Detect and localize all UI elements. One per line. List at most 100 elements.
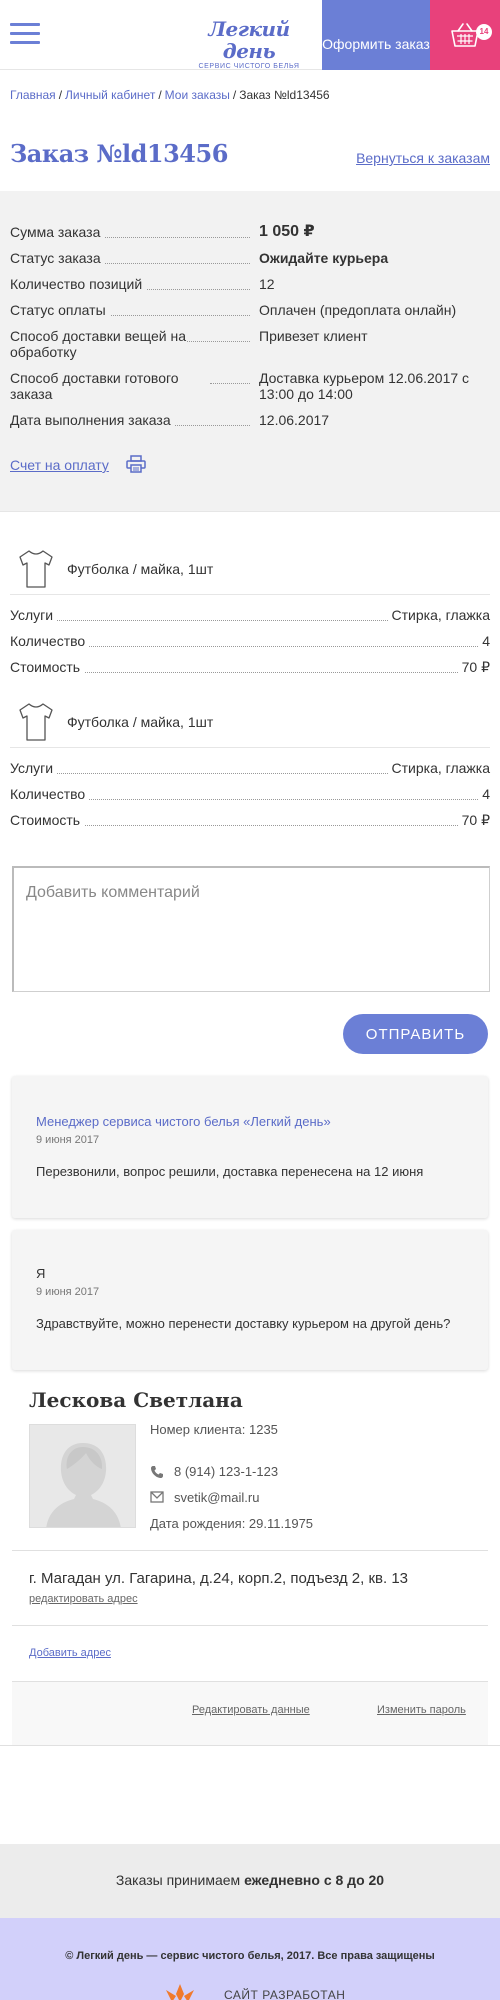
message-author[interactable]: Менеджер сервиса чистого белья «Легкий д… xyxy=(36,1114,331,1129)
item-row: Услуги Стирка, глажка xyxy=(10,760,490,778)
phone-icon xyxy=(151,1466,163,1478)
item-row-label: Услуги xyxy=(10,760,58,776)
summary-label: Статус оплаты xyxy=(10,302,250,318)
tshirt-icon xyxy=(19,550,53,588)
summary-value: Ожидайте курьера xyxy=(259,250,389,266)
item-row-label: Услуги xyxy=(10,607,58,623)
breadcrumb-orders[interactable]: Мои заказы xyxy=(165,88,230,102)
item-row: Количество 4 xyxy=(10,786,490,804)
item-row: Стоимость 70 ₽ xyxy=(10,659,490,677)
item-row-label: Стоимость xyxy=(10,659,85,675)
breadcrumb-separator: / xyxy=(232,88,237,102)
logo-tagline: сервис чистого белья xyxy=(198,63,300,70)
summary-row: Дата выполнения заказа 12.06.2017 xyxy=(10,412,490,430)
summary-label: Способ доставки вещей на обработку xyxy=(10,328,187,360)
item-header: Футболка / майка, 1шт xyxy=(10,694,490,748)
breadcrumb-current: Заказ №ld13456 xyxy=(239,88,330,102)
summary-label: Дата выполнения заказа xyxy=(10,412,250,428)
working-hours-band: Заказы принимаем ежедневно с 8 до 20 xyxy=(0,1844,500,1918)
add-address-link[interactable]: Добавить адрес xyxy=(29,1647,111,1659)
item-header: Футболка / майка, 1шт xyxy=(10,541,490,595)
summary-label: Способ доставки готового заказа xyxy=(10,370,179,402)
breadcrumb: Главная / Личный кабинет / Мои заказы / Заказ … xyxy=(10,88,330,102)
item-row-value: Стирка, глажка xyxy=(387,607,490,623)
user-silhouette-icon xyxy=(46,1443,121,1527)
item-row-label: Количество xyxy=(10,633,90,649)
logo[interactable]: Легкий день сервис чистого белья xyxy=(186,18,312,70)
summary-value: Доставка курьером 12.06.2017 с 13:00 до … xyxy=(259,370,470,402)
divider xyxy=(12,1625,488,1626)
item-row-label: Количество xyxy=(10,786,90,802)
envelope-icon xyxy=(150,1491,164,1503)
profile-name: Лескова Светлана xyxy=(29,1388,243,1412)
message-author: Я xyxy=(36,1266,46,1281)
logo-name: Легкий день xyxy=(208,17,290,63)
message-text: Перезвонили, вопрос решили, доставка пер… xyxy=(36,1164,424,1179)
summary-row: Сумма заказа 1 050 ₽ xyxy=(10,224,490,242)
message-date: 9 июня 2017 xyxy=(36,1286,100,1298)
summary-label: Статус заказа xyxy=(10,250,250,266)
divider xyxy=(0,511,500,512)
cart-count-badge: 14 xyxy=(476,24,492,40)
comment-input[interactable] xyxy=(12,866,490,992)
message-date: 9 июня 2017 xyxy=(36,1134,100,1146)
summary-value: 12.06.2017 xyxy=(259,412,330,428)
cart-button[interactable]: 14 xyxy=(430,0,500,70)
summary-row: Количество позиций 12 xyxy=(10,276,490,294)
message-card: Менеджер сервиса чистого белья «Легкий д… xyxy=(12,1076,488,1218)
item-row-value: Стирка, глажка xyxy=(387,760,490,776)
item-row-value: 4 xyxy=(478,633,490,649)
summary-value: Оплачен (предоплата онлайн) xyxy=(259,302,457,318)
summary-value: 1 050 ₽ xyxy=(259,223,315,240)
tshirt-icon xyxy=(19,703,53,741)
order-summary: Сумма заказа 1 050 ₽ Статус заказа Ожида… xyxy=(0,191,500,511)
developer-credit[interactable]: САЙТ РАЗРАБОТАН xyxy=(224,1988,345,2000)
item-name: Футболка / майка, 1шт xyxy=(67,714,214,730)
edit-address-link[interactable]: редактировать адрес xyxy=(29,1593,138,1605)
working-hours: Заказы принимаем ежедневно с 8 до 20 xyxy=(115,1872,385,1888)
invoice-link[interactable]: Счет на оплату xyxy=(10,457,109,473)
summary-row: Способ доставки вещей на обработку Приве… xyxy=(10,328,490,362)
summary-row: Способ доставки готового заказа Доставка… xyxy=(10,370,490,404)
item-row: Услуги Стирка, глажка xyxy=(10,607,490,625)
order-button[interactable]: Оформить заказ xyxy=(322,0,430,70)
summary-label: Количество позиций xyxy=(10,276,250,292)
item-name: Футболка / майка, 1шт xyxy=(67,561,214,577)
breadcrumb-account[interactable]: Личный кабинет xyxy=(65,88,155,102)
page-title: Заказ №ld13456 xyxy=(10,139,228,168)
profile-birthdate: Дата рождения: 29.11.1975 xyxy=(150,1516,314,1531)
message-card: Я 9 июня 2017 Здравствуйте, можно перене… xyxy=(12,1230,488,1370)
item-row: Количество 4 xyxy=(10,633,490,651)
profile-address: г. Магадан ул. Гагарина, д.24, корп.2, п… xyxy=(29,1570,409,1587)
dotted-leader xyxy=(210,383,250,384)
item-row-value: 4 xyxy=(478,786,490,802)
item-row-label: Стоимость xyxy=(10,812,85,828)
summary-row: Статус оплаты Оплачен (предоплата онлайн… xyxy=(10,302,490,320)
client-number: Номер клиента: 1235 xyxy=(150,1422,278,1437)
breadcrumb-separator: / xyxy=(158,88,162,102)
summary-value: Привезет клиент xyxy=(259,328,368,344)
edit-data-link[interactable]: Редактировать данные xyxy=(192,1704,310,1716)
basket-icon xyxy=(451,23,479,47)
footer: © Легкий день — сервис чистого белья, 20… xyxy=(0,1918,500,2000)
divider xyxy=(12,1550,488,1551)
developer-logo-icon[interactable] xyxy=(158,1982,202,2000)
change-password-link[interactable]: Изменить пароль xyxy=(377,1704,466,1716)
printer-icon[interactable] xyxy=(126,455,146,473)
avatar xyxy=(29,1424,136,1528)
divider xyxy=(0,1745,500,1746)
breadcrumb-separator: / xyxy=(58,88,63,102)
item-row: Стоимость 70 ₽ xyxy=(10,812,490,830)
header: Легкий день сервис чистого белья Оформит… xyxy=(0,0,500,70)
send-button[interactable]: ОТПРАВИТЬ xyxy=(343,1014,488,1054)
item-row-value: 70 ₽ xyxy=(457,659,490,676)
breadcrumb-home[interactable]: Главная xyxy=(10,88,56,102)
copyright: © Легкий день — сервис чистого белья, 20… xyxy=(65,1950,435,1962)
item-row-value: 70 ₽ xyxy=(457,812,490,829)
summary-row: Статус заказа Ожидайте курьера xyxy=(10,250,490,268)
summary-label: Сумма заказа xyxy=(10,224,250,240)
message-text: Здравствуйте, можно перенести доставку к… xyxy=(36,1316,451,1331)
summary-value: 12 xyxy=(259,276,275,292)
back-to-orders-link[interactable]: Вернуться к заказам xyxy=(356,150,490,166)
menu-icon[interactable] xyxy=(10,23,40,47)
